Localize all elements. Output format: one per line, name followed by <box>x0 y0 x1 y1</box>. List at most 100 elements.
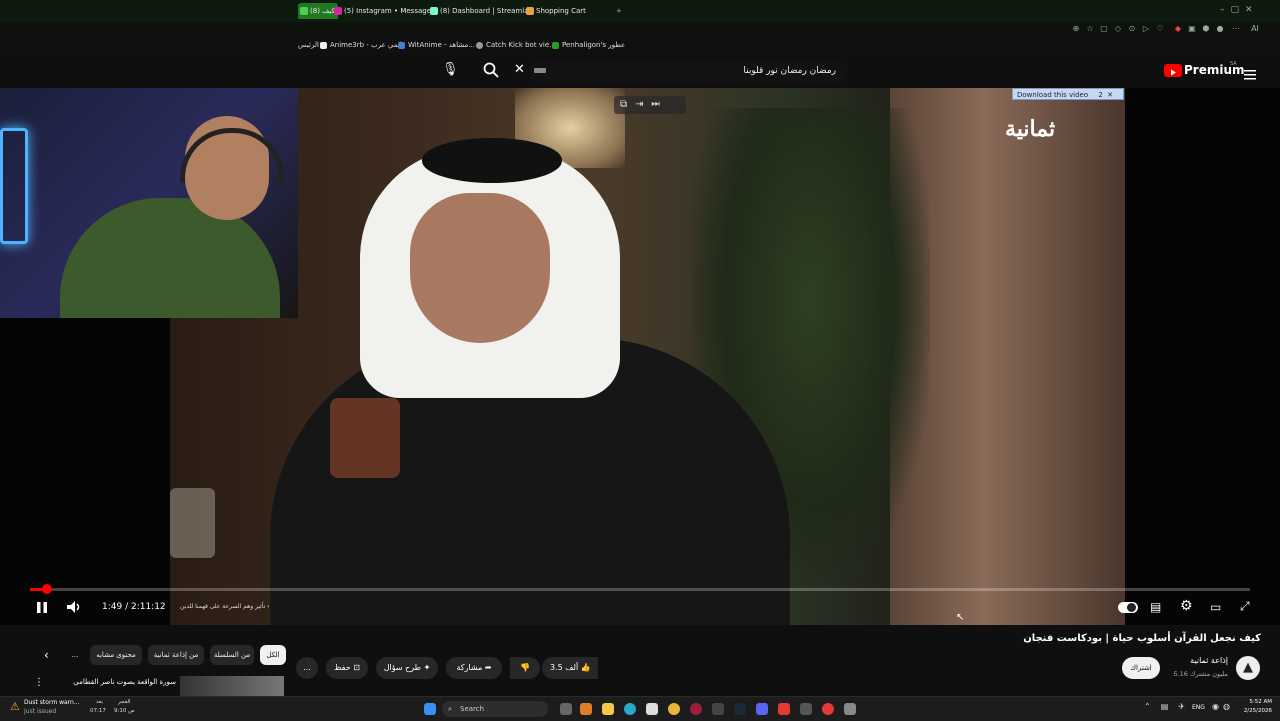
subtitles-icon[interactable]: ▤ <box>1150 600 1161 614</box>
bookmark-item[interactable]: Catch Kick bot vie... <box>476 39 556 51</box>
search-input[interactable]: رمضان رمضان نور قلوبنا <box>528 59 848 83</box>
pause-icon[interactable] <box>36 601 48 614</box>
tab-2[interactable]: (8) Dashboard | Streamlabs <box>428 3 528 19</box>
app-icon[interactable] <box>712 703 724 715</box>
extension-icon[interactable]: ⋯ <box>1232 25 1240 33</box>
settings-gear-icon[interactable]: ⚙ <box>1180 598 1193 614</box>
autoplay-toggle[interactable] <box>1118 602 1138 613</box>
chip-series[interactable]: من السلسلة <box>210 645 254 665</box>
app-icon[interactable] <box>844 703 856 715</box>
clear-search-icon[interactable]: ✕ <box>514 63 528 77</box>
weather-title[interactable]: Dust storm warn... <box>24 699 80 706</box>
subscribe-button[interactable]: اشتراك <box>1122 657 1160 679</box>
youtube-logo-icon[interactable] <box>1164 64 1182 77</box>
bookmark-favicon-icon <box>552 42 559 49</box>
app-icon[interactable] <box>800 703 812 715</box>
clock-date[interactable]: 2/25/2026 <box>1236 708 1272 714</box>
file-explorer-icon[interactable] <box>602 703 614 715</box>
more-actions-button[interactable]: ... <box>296 657 318 679</box>
bookmark-label: Penhaligon's عطور <box>562 41 626 49</box>
channel-avatar[interactable]: ▲ <box>1236 656 1260 680</box>
search-icon[interactable] <box>482 61 500 79</box>
video-player[interactable]: ثمانية ⧉⇥⏭ Download this video 2 ✕ <box>0 88 1280 625</box>
download-video-badge[interactable]: Download this video 2 ✕ <box>1012 88 1124 100</box>
extension-icon[interactable]: ⊙ <box>1128 25 1136 33</box>
windows-start-icon[interactable] <box>424 703 436 715</box>
webcam-overlay <box>0 88 298 318</box>
profile-icon[interactable]: ● <box>1216 25 1224 33</box>
extension-icon[interactable]: ⬢ <box>1202 25 1210 33</box>
theater-mode-icon[interactable]: ▭ <box>1210 600 1221 614</box>
bookmark-favicon-icon <box>476 42 483 49</box>
ask-button[interactable]: طرح سؤال ✦ <box>376 657 438 679</box>
water-glass <box>170 488 215 558</box>
opera-icon[interactable] <box>690 703 702 715</box>
related-video-title[interactable]: سورة الواقعة بصوت ناصر القطامي <box>60 678 176 686</box>
taskbar-search-input[interactable]: ⌕ Search <box>442 701 548 717</box>
chip-similar[interactable]: محتوى مشابه <box>90 645 142 665</box>
extension-icon[interactable]: ▢ <box>1100 25 1108 33</box>
extension-icon[interactable]: ♡ <box>1156 25 1164 33</box>
channel-name[interactable]: إذاعة ثمانية <box>1170 656 1228 665</box>
menu-icon[interactable] <box>1244 65 1256 80</box>
close-icon[interactable]: ✕ <box>1107 91 1113 99</box>
zoom-icon[interactable]: ⊕ <box>1072 25 1080 33</box>
network-volume-icons[interactable]: ◉◍ <box>1212 702 1234 711</box>
ai-icon[interactable]: AI <box>1248 25 1262 33</box>
agal <box>422 138 562 183</box>
chrome-icon[interactable] <box>668 703 680 715</box>
discord-icon[interactable] <box>756 703 768 715</box>
subscriber-count: 5.16 مليون مشترك <box>1173 670 1228 678</box>
dislike-button[interactable]: 👎 <box>510 657 540 679</box>
overlay-buttons[interactable]: ⧉⇥⏭ <box>614 96 686 114</box>
mic-icon[interactable]: 🎙 <box>442 63 459 77</box>
extension-icon[interactable]: ◆ <box>1174 25 1182 33</box>
volume-icon[interactable] <box>66 600 82 614</box>
bookmark-label: الرئيس <box>298 41 319 49</box>
progress-track[interactable] <box>30 588 1250 591</box>
app-icon[interactable] <box>822 703 834 715</box>
video-frame: ثمانية ⧉⇥⏭ Download this video 2 ✕ <box>170 88 1125 625</box>
search-icon: ⌕ <box>448 705 452 713</box>
bookmark-item[interactable]: Penhaligon's عطور <box>552 39 625 51</box>
save-button[interactable]: حفظ ⊡ <box>326 657 368 679</box>
extension-icon[interactable]: ▷ <box>1142 25 1150 33</box>
new-tab-button[interactable]: + <box>616 3 626 19</box>
time-display: 1:49 / 2:11:12 <box>102 602 166 612</box>
share-button[interactable]: مشاركة ➦ <box>446 657 502 679</box>
bookmark-item[interactable]: Anime3rb - انمي عرب <box>320 39 402 51</box>
keyboard-icon[interactable] <box>534 68 546 73</box>
chapter-title[interactable]: تأثير وهم السرعة على فهمنا للدين › <box>180 603 270 610</box>
neon-light <box>0 128 28 244</box>
steam-icon[interactable] <box>734 703 746 715</box>
store-icon[interactable] <box>646 703 658 715</box>
bookmark-label: Catch Kick bot vie... <box>486 41 556 49</box>
chevron-left-icon[interactable]: ‹ <box>44 648 49 662</box>
fullscreen-icon[interactable]: ⤢ <box>1240 599 1250 614</box>
more-vert-icon[interactable]: ⋮ <box>34 677 44 688</box>
bookmark-item[interactable]: الرئيس <box>298 39 319 51</box>
extension-icon[interactable]: ▣ <box>1188 25 1196 33</box>
chip-channel[interactable]: من إذاعة ثمانية <box>148 645 204 665</box>
copilot-icon[interactable] <box>580 703 592 715</box>
related-video-thumbnail[interactable] <box>180 676 284 696</box>
chip-more[interactable]: ... <box>66 645 84 665</box>
tray-icons[interactable]: ⌃▤✈ <box>1144 702 1195 711</box>
like-button[interactable]: 3.5 ألف 👍 <box>542 657 598 679</box>
bookmark-star-icon[interactable]: ☆ <box>1086 25 1094 33</box>
clock-time[interactable]: 5:52 AM <box>1238 699 1272 705</box>
task-view-icon[interactable] <box>560 703 572 715</box>
progress-knob[interactable] <box>42 584 52 594</box>
language-indicator[interactable]: ENG <box>1192 704 1205 711</box>
edge-icon[interactable] <box>624 703 636 715</box>
bookmark-item[interactable]: WitAnime - مشاهد... <box>398 39 475 51</box>
extension-icon[interactable]: ◇ <box>1114 25 1122 33</box>
instagram-icon <box>334 7 342 15</box>
window-controls[interactable]: –▢✕ <box>1220 5 1276 17</box>
app-icon[interactable] <box>778 703 790 715</box>
tab-label: (8) Dashboard | Streamlabs <box>440 7 528 15</box>
tab-3[interactable]: Shopping Cart <box>524 3 624 19</box>
chip-all[interactable]: الكل <box>260 645 286 665</box>
tab-1[interactable]: (5) Instagram • Messages <box>332 3 436 19</box>
bookmark-icon: ⊡ <box>353 663 360 672</box>
